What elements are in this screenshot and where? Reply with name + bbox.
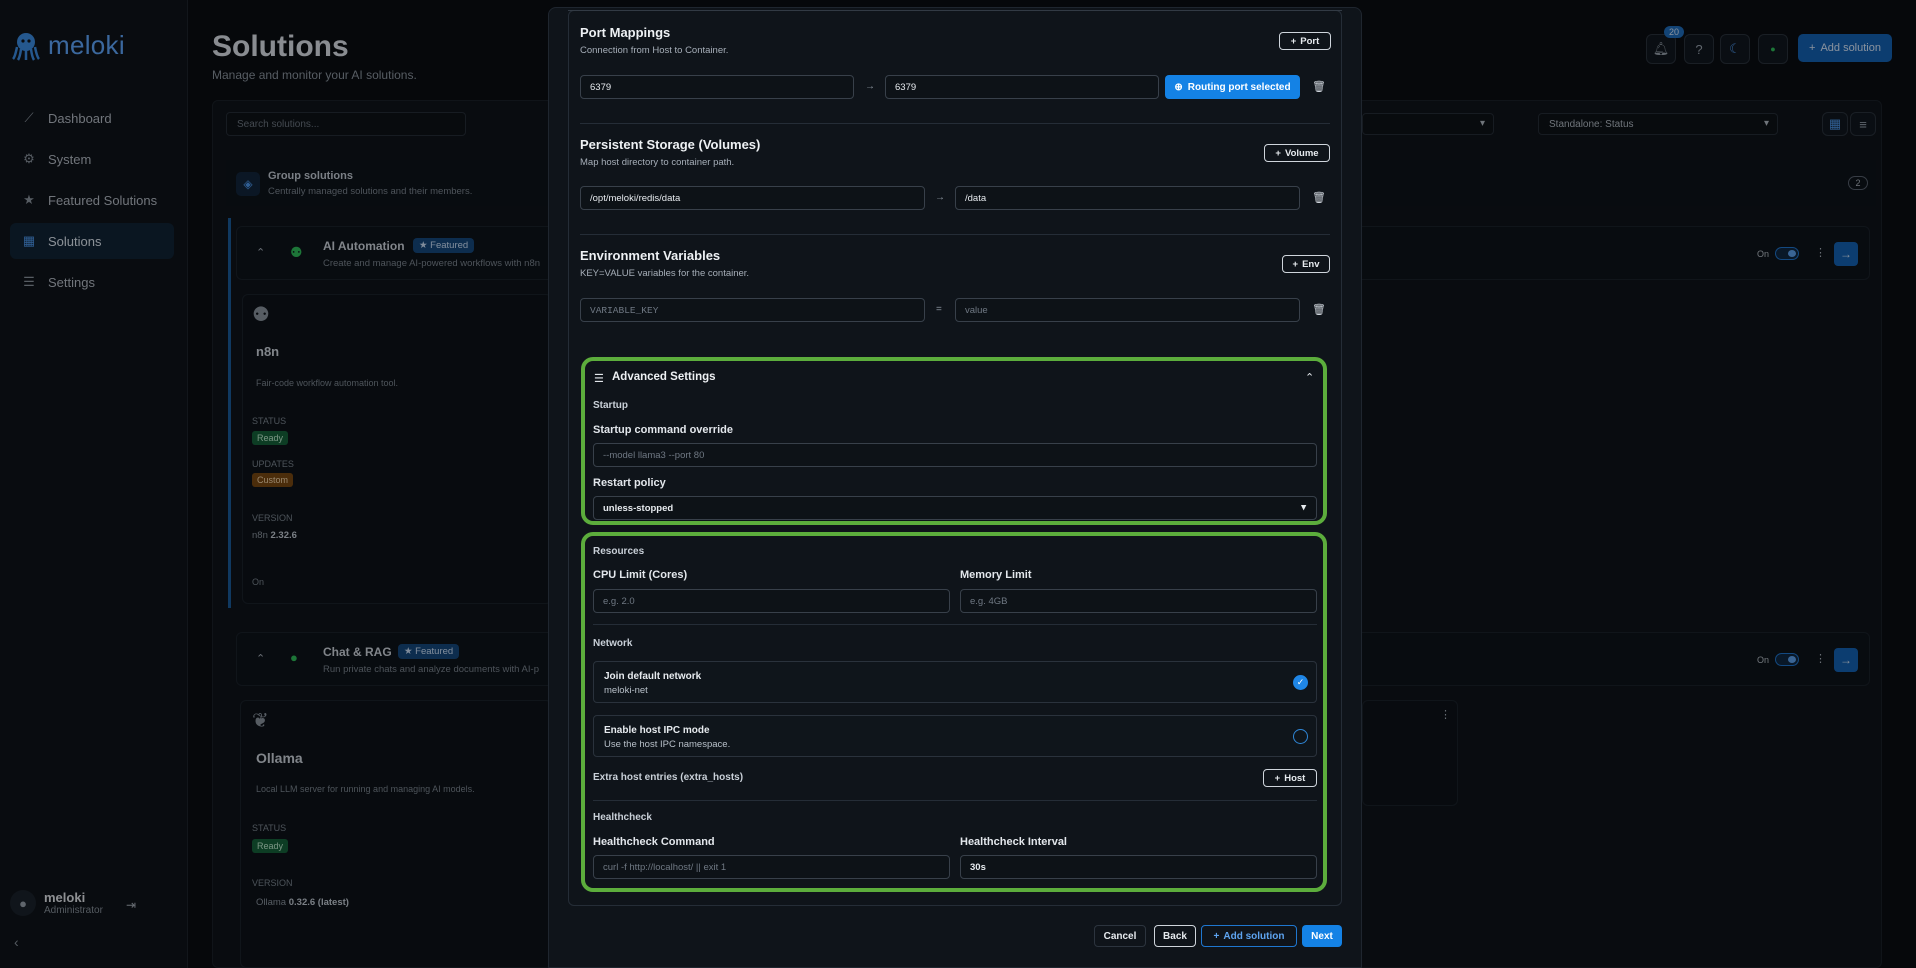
- arrow-right-icon: →: [935, 192, 945, 203]
- ports-title: Port Mappings: [580, 25, 671, 40]
- chevron-down-icon: ▾: [1301, 502, 1306, 513]
- radio-icon[interactable]: [1293, 729, 1308, 744]
- plus-icon: +: [1275, 147, 1281, 159]
- env-value-input[interactable]: value: [955, 298, 1300, 322]
- plus-icon: +: [1290, 35, 1297, 47]
- env-title: Environment Variables: [580, 248, 721, 263]
- routing-port-button[interactable]: ⊕ Routing port selected: [1165, 75, 1300, 99]
- memory-limit-input[interactable]: e.g. 4GB: [960, 589, 1317, 613]
- equals-sign: =: [936, 304, 942, 315]
- back-button[interactable]: Back: [1154, 925, 1196, 947]
- add-volume-button[interactable]: + Volume: [1264, 144, 1330, 162]
- cancel-button[interactable]: Cancel: [1094, 925, 1146, 947]
- divider: [580, 123, 1330, 124]
- add-env-button[interactable]: + Env: [1282, 255, 1330, 273]
- healthcheck-interval-input[interactable]: 30s: [960, 855, 1317, 879]
- add-host-button[interactable]: + Host: [1263, 769, 1317, 787]
- divider: [580, 234, 1330, 235]
- join-network-title: Join default network: [604, 671, 702, 682]
- trash-icon[interactable]: 🗑︎: [1312, 303, 1326, 316]
- cpu-limit-label: CPU Limit (Cores): [593, 569, 688, 581]
- routing-port-label: Routing port selected: [1187, 81, 1291, 93]
- env-subtitle: KEY=VALUE variables for the container.: [580, 268, 750, 279]
- ipc-mode-subtitle: Use the host IPC namespace.: [604, 739, 731, 750]
- container-port-input[interactable]: 6379: [885, 75, 1159, 99]
- volumes-title: Persistent Storage (Volumes): [580, 137, 761, 152]
- add-host-label: Host: [1284, 772, 1306, 784]
- memory-limit-label: Memory Limit: [960, 569, 1032, 581]
- healthcheck-interval-label: Healthcheck Interval: [960, 836, 1067, 848]
- trash-icon[interactable]: 🗑︎: [1312, 80, 1326, 93]
- next-button[interactable]: Next: [1302, 925, 1342, 947]
- divider: [593, 624, 1317, 625]
- resources-heading: Resources: [593, 546, 645, 557]
- healthcheck-command-input[interactable]: curl -f http://localhost/ || exit 1: [593, 855, 950, 879]
- volume-host-input[interactable]: /opt/meloki/redis/data: [580, 186, 925, 210]
- restart-policy-label: Restart policy: [593, 477, 666, 489]
- host-ipc-option[interactable]: Enable host IPC mode Use the host IPC na…: [593, 715, 1317, 757]
- extra-hosts-label: Extra host entries (extra_hosts): [593, 772, 744, 783]
- startup-heading: Startup: [593, 400, 628, 411]
- restart-policy-select[interactable]: unless-stopped ▾: [593, 496, 1317, 520]
- startup-command-label: Startup command override: [593, 424, 733, 436]
- app-root: meloki ⟋ Dashboard ⚙ System ★ Featured Solu…: [0, 0, 1916, 968]
- divider: [568, 10, 1342, 11]
- plus-icon: +: [1274, 772, 1281, 784]
- startup-command-input[interactable]: --model llama3 --port 80: [593, 443, 1317, 467]
- plus-icon: +: [1213, 930, 1220, 942]
- advanced-settings-title[interactable]: Advanced Settings: [612, 371, 716, 383]
- healthcheck-command-label: Healthcheck Command: [593, 836, 715, 848]
- volumes-subtitle: Map host directory to container path.: [580, 157, 735, 168]
- check-icon[interactable]: ✓: [1293, 675, 1308, 690]
- cpu-limit-input[interactable]: e.g. 2.0: [593, 589, 950, 613]
- network-heading: Network: [593, 638, 633, 649]
- add-volume-label: Volume: [1284, 147, 1319, 159]
- plus-icon: +: [1292, 258, 1299, 270]
- modal-add-solution-button[interactable]: + Add solution: [1201, 925, 1297, 947]
- healthcheck-heading: Healthcheck: [593, 812, 652, 823]
- add-env-label: Env: [1302, 258, 1320, 270]
- chevron-up-icon[interactable]: ⌃: [1305, 371, 1314, 384]
- join-network-subtitle: meloki-net: [604, 685, 648, 696]
- host-port-input[interactable]: 6379: [580, 75, 854, 99]
- restart-policy-value: unless-stopped: [603, 502, 674, 514]
- join-default-network-option[interactable]: Join default network meloki-net ✓: [593, 661, 1317, 703]
- arrow-right-icon: →: [865, 81, 875, 92]
- trash-icon[interactable]: 🗑︎: [1312, 191, 1326, 204]
- add-port-label: Port: [1300, 35, 1320, 47]
- add-port-button[interactable]: + Port: [1279, 32, 1331, 50]
- env-key-input[interactable]: VARIABLE_KEY: [580, 298, 925, 322]
- volume-container-input[interactable]: /data: [955, 186, 1300, 210]
- sliders-icon: ☰: [594, 373, 604, 385]
- ipc-mode-title: Enable host IPC mode: [604, 725, 710, 736]
- globe-icon: ⊕: [1174, 81, 1183, 93]
- ports-subtitle: Connection from Host to Container.: [580, 45, 729, 56]
- divider: [593, 800, 1317, 801]
- modal-add-solution-label: Add solution: [1223, 930, 1285, 942]
